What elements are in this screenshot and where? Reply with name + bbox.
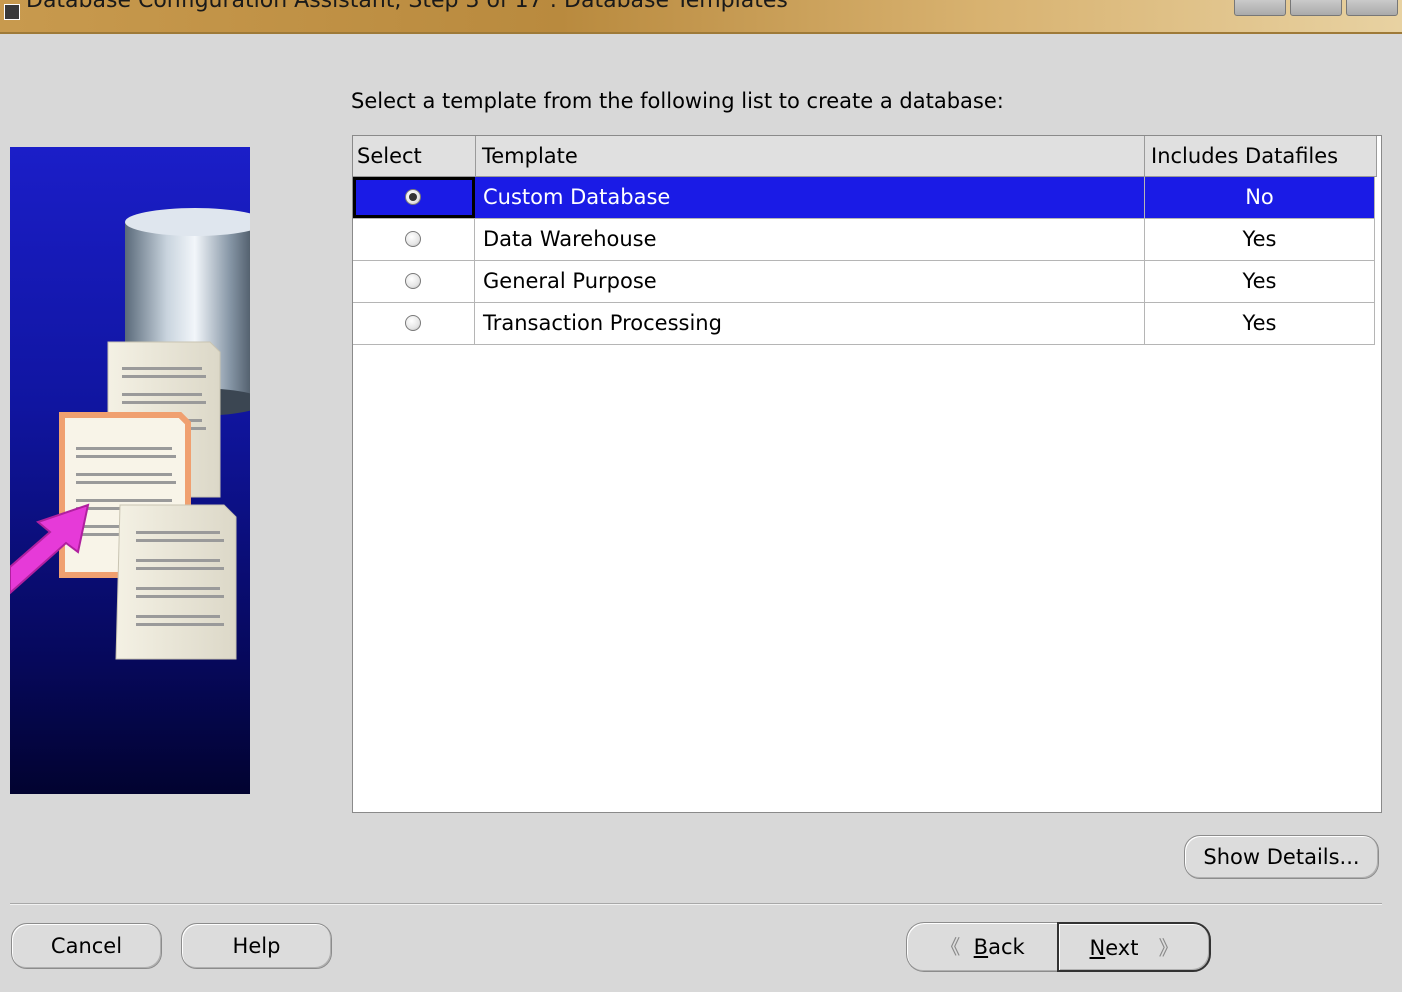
templates-table: Select Template Includes Datafiles Custo… bbox=[352, 135, 1382, 813]
table-row[interactable]: General Purpose Yes bbox=[353, 261, 1375, 303]
back-button[interactable]: 《 Back bbox=[906, 922, 1058, 972]
title-bar: Database Configuration Assistant, Step 3… bbox=[0, 0, 1402, 34]
window-title: Database Configuration Assistant, Step 3… bbox=[26, 0, 788, 13]
instruction-text: Select a template from the following lis… bbox=[351, 89, 1004, 113]
datafiles-cell[interactable]: Yes bbox=[1145, 303, 1375, 344]
column-header-select[interactable]: Select bbox=[353, 136, 476, 176]
radio-button[interactable] bbox=[405, 315, 421, 331]
table-row[interactable]: Transaction Processing Yes bbox=[353, 303, 1375, 345]
select-cell[interactable] bbox=[353, 261, 475, 302]
maximize-button[interactable] bbox=[1290, 0, 1342, 16]
select-cell[interactable] bbox=[353, 177, 475, 218]
table-row[interactable]: Data Warehouse Yes bbox=[353, 219, 1375, 261]
title-bar-border bbox=[0, 32, 1402, 34]
table-body: Custom Database No Data Warehouse Yes Ge… bbox=[353, 177, 1375, 345]
template-cell[interactable]: Data Warehouse bbox=[475, 219, 1145, 260]
chevron-left-icon: 《 bbox=[940, 935, 961, 959]
window-controls bbox=[1234, 0, 1398, 16]
show-details-button[interactable]: Show Details... bbox=[1184, 835, 1379, 879]
separator bbox=[10, 903, 1382, 905]
app-icon bbox=[4, 4, 20, 20]
minimize-button[interactable] bbox=[1234, 0, 1286, 16]
datafiles-cell[interactable]: Yes bbox=[1145, 219, 1375, 260]
next-mnemonic: N bbox=[1089, 936, 1106, 960]
template-cell[interactable]: General Purpose bbox=[475, 261, 1145, 302]
next-label: ext bbox=[1105, 936, 1139, 960]
document-icon bbox=[115, 504, 237, 660]
column-header-datafiles[interactable]: Includes Datafiles bbox=[1145, 136, 1377, 176]
template-cell[interactable]: Custom Database bbox=[475, 177, 1145, 218]
radio-button[interactable] bbox=[405, 273, 421, 289]
table-row[interactable]: Custom Database No bbox=[353, 177, 1375, 219]
help-button[interactable]: Help bbox=[181, 923, 332, 969]
chevron-right-icon: 》 bbox=[1158, 936, 1179, 960]
datafiles-cell[interactable]: Yes bbox=[1145, 261, 1375, 302]
datafiles-cell[interactable]: No bbox=[1145, 177, 1375, 218]
database-templates-illustration bbox=[10, 208, 250, 660]
wizard-illustration bbox=[10, 147, 250, 794]
column-header-template[interactable]: Template bbox=[476, 136, 1145, 176]
arrow-icon bbox=[10, 503, 90, 595]
next-button[interactable]: Next 》 bbox=[1057, 922, 1211, 972]
close-button[interactable] bbox=[1346, 0, 1398, 16]
radio-button[interactable] bbox=[405, 189, 421, 205]
select-cell[interactable] bbox=[353, 219, 475, 260]
select-cell[interactable] bbox=[353, 303, 475, 344]
table-header: Select Template Includes Datafiles bbox=[353, 136, 1377, 177]
back-label: ack bbox=[988, 935, 1025, 959]
cancel-button[interactable]: Cancel bbox=[11, 923, 162, 969]
back-mnemonic: B bbox=[973, 935, 989, 959]
radio-button[interactable] bbox=[405, 231, 421, 247]
template-cell[interactable]: Transaction Processing bbox=[475, 303, 1145, 344]
